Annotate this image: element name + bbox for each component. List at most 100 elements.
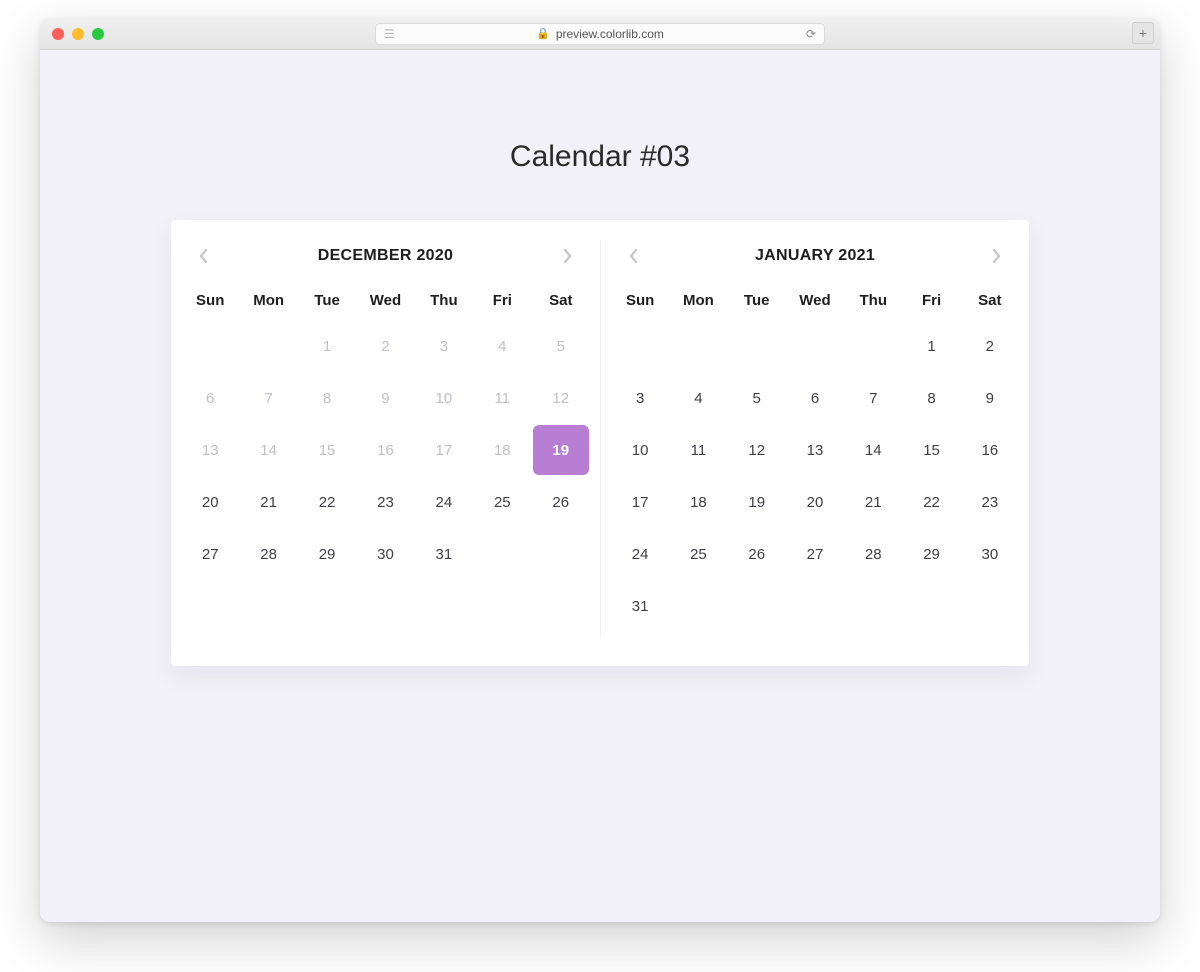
calendar-day[interactable]: 9 bbox=[970, 378, 1010, 418]
calendar-day[interactable]: 25 bbox=[482, 482, 522, 522]
empty-day bbox=[669, 320, 727, 372]
chevron-left-icon bbox=[628, 248, 639, 264]
calendar-day[interactable]: 4 bbox=[678, 378, 718, 418]
calendar-day[interactable]: 7 bbox=[853, 378, 893, 418]
calendar-day[interactable]: 21 bbox=[249, 482, 289, 522]
calendar-day[interactable]: 6 bbox=[190, 378, 230, 418]
calendar-day[interactable]: 18 bbox=[678, 482, 718, 522]
calendar-day[interactable]: 8 bbox=[307, 378, 347, 418]
calendar-day[interactable]: 31 bbox=[620, 586, 660, 626]
calendar-day[interactable]: 4 bbox=[482, 326, 522, 366]
calendar-day[interactable]: 25 bbox=[678, 534, 718, 574]
calendar-day[interactable]: 6 bbox=[795, 378, 835, 418]
calendar-day[interactable]: 15 bbox=[307, 430, 347, 470]
weekday-header: Sat bbox=[532, 280, 590, 320]
calendar-day[interactable]: 19 bbox=[737, 482, 777, 522]
next-month-button[interactable] bbox=[985, 244, 1009, 268]
calendar-day[interactable]: 26 bbox=[737, 534, 777, 574]
calendar-day[interactable]: 17 bbox=[424, 430, 464, 470]
calendar-day[interactable]: 5 bbox=[737, 378, 777, 418]
calendar-day[interactable]: 16 bbox=[970, 430, 1010, 470]
calendar-day[interactable]: 24 bbox=[424, 482, 464, 522]
reader-mode-icon[interactable]: ☰ bbox=[384, 27, 395, 41]
prev-month-button[interactable] bbox=[621, 244, 645, 268]
calendar-day[interactable]: 24 bbox=[620, 534, 660, 574]
calendar-day[interactable]: 7 bbox=[249, 378, 289, 418]
weekday-header: Sat bbox=[961, 280, 1019, 320]
calendar-day[interactable]: 2 bbox=[970, 326, 1010, 366]
calendar-day[interactable]: 1 bbox=[307, 326, 347, 366]
prev-month-button[interactable] bbox=[191, 244, 215, 268]
weekday-header: Thu bbox=[415, 280, 473, 320]
empty-day bbox=[532, 528, 590, 580]
close-window-button[interactable] bbox=[52, 28, 64, 40]
chevron-right-icon bbox=[562, 248, 573, 264]
calendar-day[interactable]: 13 bbox=[190, 430, 230, 470]
calendar-day[interactable]: 31 bbox=[424, 534, 464, 574]
calendar-day[interactable]: 9 bbox=[365, 378, 405, 418]
calendar-day[interactable]: 20 bbox=[190, 482, 230, 522]
new-tab-button[interactable]: + bbox=[1132, 22, 1154, 44]
calendar-day[interactable]: 16 bbox=[365, 430, 405, 470]
calendar-day[interactable]: 29 bbox=[912, 534, 952, 574]
empty-day bbox=[611, 320, 669, 372]
next-month-button[interactable] bbox=[556, 244, 580, 268]
calendar-day[interactable]: 10 bbox=[620, 430, 660, 470]
page-title: Calendar #03 bbox=[40, 140, 1160, 174]
weekday-header: Wed bbox=[786, 280, 844, 320]
calendar-day[interactable]: 1 bbox=[912, 326, 952, 366]
calendar-day[interactable]: 27 bbox=[190, 534, 230, 574]
calendar-day[interactable]: 23 bbox=[365, 482, 405, 522]
empty-day bbox=[786, 320, 844, 372]
calendar-day[interactable]: 14 bbox=[249, 430, 289, 470]
weekday-header: Wed bbox=[356, 280, 414, 320]
calendar-day[interactable]: 26 bbox=[541, 482, 581, 522]
window-controls bbox=[52, 28, 104, 40]
calendar-day[interactable]: 13 bbox=[795, 430, 835, 470]
browser-window: ☰ 🔒 preview.colorlib.com ⟳ + Calendar #0… bbox=[40, 18, 1160, 922]
calendar-day[interactable]: 28 bbox=[249, 534, 289, 574]
calendar-day[interactable]: 20 bbox=[795, 482, 835, 522]
minimize-window-button[interactable] bbox=[72, 28, 84, 40]
empty-day bbox=[728, 320, 786, 372]
calendar-day[interactable]: 3 bbox=[424, 326, 464, 366]
calendar-day[interactable]: 15 bbox=[912, 430, 952, 470]
chevron-right-icon bbox=[991, 248, 1002, 264]
calendar-day[interactable]: 22 bbox=[307, 482, 347, 522]
empty-day bbox=[844, 580, 902, 632]
weekday-header: Mon bbox=[669, 280, 727, 320]
calendar-day[interactable]: 28 bbox=[853, 534, 893, 574]
weekday-header: Tue bbox=[728, 280, 786, 320]
calendar-day[interactable]: 5 bbox=[541, 326, 581, 366]
weekday-header: Sun bbox=[181, 280, 239, 320]
calendar-day[interactable]: 18 bbox=[482, 430, 522, 470]
empty-day bbox=[728, 580, 786, 632]
calendar-day[interactable]: 12 bbox=[737, 430, 777, 470]
calendar-day[interactable]: 11 bbox=[482, 378, 522, 418]
reload-icon[interactable]: ⟳ bbox=[806, 27, 816, 41]
calendar-day[interactable]: 17 bbox=[620, 482, 660, 522]
calendar-day[interactable]: 12 bbox=[541, 378, 581, 418]
calendar-day[interactable]: 30 bbox=[970, 534, 1010, 574]
calendar-day[interactable]: 2 bbox=[365, 326, 405, 366]
empty-day bbox=[239, 320, 297, 372]
calendar-day[interactable]: 27 bbox=[795, 534, 835, 574]
empty-day bbox=[961, 580, 1019, 632]
address-bar[interactable]: ☰ 🔒 preview.colorlib.com ⟳ bbox=[375, 23, 825, 45]
calendar-day[interactable]: 8 bbox=[912, 378, 952, 418]
calendar-day[interactable]: 11 bbox=[678, 430, 718, 470]
fullscreen-window-button[interactable] bbox=[92, 28, 104, 40]
browser-titlebar: ☰ 🔒 preview.colorlib.com ⟳ + bbox=[40, 18, 1160, 50]
calendar-day[interactable]: 23 bbox=[970, 482, 1010, 522]
empty-day bbox=[786, 580, 844, 632]
calendar-day[interactable]: 22 bbox=[912, 482, 952, 522]
calendar-day[interactable]: 29 bbox=[307, 534, 347, 574]
calendar-day[interactable]: 14 bbox=[853, 430, 893, 470]
calendar-day[interactable]: 21 bbox=[853, 482, 893, 522]
calendar-day[interactable]: 3 bbox=[620, 378, 660, 418]
empty-day bbox=[473, 528, 531, 580]
calendar-day[interactable]: 30 bbox=[365, 534, 405, 574]
weekday-header: Fri bbox=[902, 280, 960, 320]
calendar-day[interactable]: 10 bbox=[424, 378, 464, 418]
calendar-day-today[interactable]: 19 bbox=[533, 425, 589, 475]
